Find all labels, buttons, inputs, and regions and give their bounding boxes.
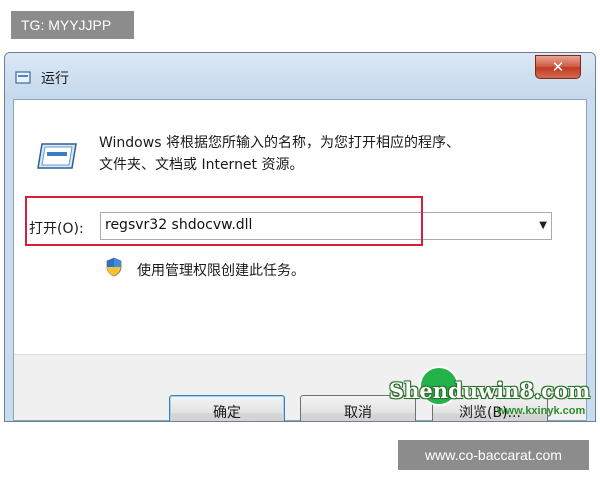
open-label: 打开(O): <box>29 221 84 237</box>
description-line-1: Windows 将根据您所输入的名称，为您打开相应的程序、 <box>99 135 460 151</box>
open-input-value[interactable]: regsvr32 shdocvw.dll <box>105 217 252 233</box>
window-title: 运行 <box>41 71 69 87</box>
open-combobox[interactable]: regsvr32 shdocvw.dll ▼ <box>100 212 552 240</box>
ok-button[interactable]: 确定 <box>169 395 285 421</box>
chevron-down-icon[interactable]: ▼ <box>539 220 547 231</box>
description: Windows 将根据您所输入的名称，为您打开相应的程序、 文件夹、文档或 In… <box>99 132 569 176</box>
browse-button[interactable]: 浏览(B)... <box>432 395 548 421</box>
cancel-button[interactable]: 取消 <box>300 395 416 421</box>
run-program-icon <box>37 143 77 169</box>
admin-note: 使用管理权限创建此任务。 <box>137 263 305 279</box>
run-icon <box>15 71 31 84</box>
shield-icon <box>106 257 122 277</box>
button-bar: 确定 取消 浏览(B)... <box>14 354 586 421</box>
dialog-body: Windows 将根据您所输入的名称，为您打开相应的程序、 文件夹、文档或 In… <box>13 99 587 421</box>
tg-label: TG: MYYJJPP <box>11 11 134 39</box>
title-bar[interactable]: 运行 ✕ <box>5 53 595 99</box>
close-button[interactable]: ✕ <box>535 55 581 79</box>
site-url-label: www.co-baccarat.com <box>398 440 589 470</box>
run-dialog: 运行 ✕ Windows 将根据您所输入的名称，为您打开相应的程序、 文件夹、文… <box>4 52 596 422</box>
close-icon: ✕ <box>551 58 565 76</box>
description-line-2: 文件夹、文档或 Internet 资源。 <box>99 157 304 173</box>
